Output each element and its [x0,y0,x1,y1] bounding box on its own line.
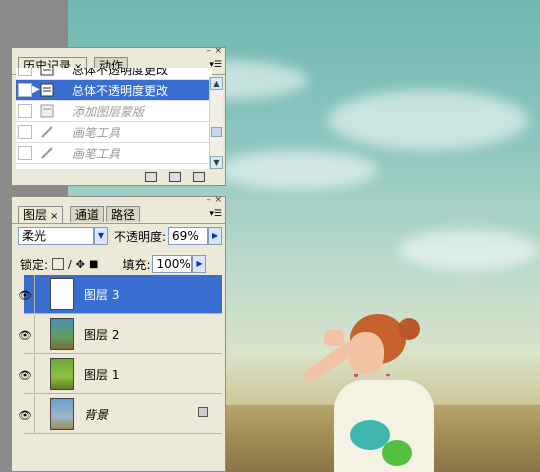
history-item-label: 添加图层蒙版 [72,105,145,119]
opacity-slider-arrow-icon[interactable]: ▶ [208,227,223,245]
tab-layers-label: 图层 [23,208,48,222]
visibility-toggle[interactable]: 👁 [12,315,35,353]
history-item-selected[interactable]: ▶ 总体不透明度更改 [16,80,212,101]
history-titlebar[interactable]: – × [12,47,225,57]
snapshot-icon[interactable] [169,172,181,182]
visibility-toggle[interactable]: 👁 [12,275,35,313]
trash-icon[interactable] [193,172,205,182]
layer-name: 图层 1 [84,368,120,382]
history-item-label: 画笔工具 [72,126,121,140]
eye-icon: 👁 [18,329,32,342]
eye-icon: 👁 [18,409,32,422]
lock-position-icon[interactable]: ✥ [76,258,85,271]
fill-slider-arrow-icon[interactable]: ▶ [192,255,207,273]
lock-transparency-icon[interactable] [52,258,65,270]
lock-row: 锁定: ∕ ✥ ■ 填充: 100% ▶ [20,255,207,273]
new-document-icon[interactable] [145,172,157,182]
close-icon[interactable]: × [214,47,222,56]
tab-close-icon[interactable]: × [50,211,58,222]
tab-channels[interactable]: 通道 [70,206,105,222]
tab-channels-label: 通道 [75,208,100,222]
history-state-icon [40,68,54,76]
history-toolbar [145,172,205,182]
chevron-down-icon[interactable]: ▼ [94,227,108,245]
history-state-icon [40,83,54,97]
opacity-input[interactable]: 69% [168,227,209,245]
snapshot-source-checkbox[interactable] [18,68,32,76]
eye-icon: 👁 [18,369,32,382]
minimize-icon[interactable]: – [207,47,212,56]
layer-row-layer2[interactable]: 👁 图层 2 [18,315,222,354]
history-item[interactable]: 添加图层蒙版 [16,101,212,122]
history-item[interactable]: 总体不透明度更改 [16,68,212,80]
layer-thumbnail [50,318,74,350]
visibility-toggle[interactable]: 👁 [12,395,35,433]
layer-row-layer1[interactable]: 👁 图层 1 [18,355,222,394]
tab-paths[interactable]: 路径 [106,206,141,222]
minimize-icon[interactable]: – [207,196,212,205]
history-item-label: 画笔工具 [72,147,121,161]
history-item[interactable]: 画笔工具 [16,122,212,143]
layer-thumbnail [50,278,74,310]
visibility-toggle[interactable]: 👁 [12,355,35,393]
layers-tabs: 图层 × 通道 路径 ▾☰ [12,206,225,224]
fill-input[interactable]: 100% [152,255,193,273]
layers-panel: – × 图层 × 通道 路径 ▾☰ 柔光 ▼ 不透明度: 69% ▶ 锁定: ∕ … [11,196,226,472]
layer-row-layer3[interactable]: 👁 图层 3 [18,275,222,314]
layer-mask-icon [40,104,54,118]
history-item-label: 总体不透明度更改 [72,68,169,77]
snapshot-source-checkbox[interactable] [18,104,32,118]
snapshot-source-checkbox[interactable] [18,83,32,97]
scroll-thumb[interactable] [211,127,222,137]
layer-thumbnail [50,358,74,390]
layers-titlebar[interactable]: – × [12,196,225,206]
tab-paths-label: 路径 [111,208,136,222]
tab-layers[interactable]: 图层 × [18,206,64,223]
opacity-label: 不透明度: [114,229,167,244]
brush-tool-icon [41,147,53,159]
history-panel: – × 历史记录× 动作 ▾☰ 总体不透明度更改 ▶ 总体不透明度更改 添加图层… [11,47,226,186]
woman-figure [290,310,450,472]
lock-all-icon[interactable]: ■ [89,259,98,270]
blend-mode-select[interactable]: 柔光 [18,227,94,245]
snapshot-source-checkbox[interactable] [18,146,32,160]
lock-pixels-icon[interactable]: ∕ [68,258,72,271]
scroll-up-icon[interactable]: ▲ [210,77,223,90]
history-list: 总体不透明度更改 ▶ 总体不透明度更改 添加图层蒙版 画笔工具 画笔工具 [16,68,212,169]
history-scrollbar[interactable]: ▲ ▼ [209,77,223,169]
lock-icon [198,407,208,417]
brush-tool-icon [41,126,53,138]
close-icon[interactable]: × [214,196,222,205]
layer-row-background[interactable]: 👁 背景 [18,395,222,434]
scroll-down-icon[interactable]: ▼ [210,156,223,169]
lock-label: 锁定: [20,257,49,272]
panel-menu-icon[interactable]: ▾☰ [209,209,222,219]
snapshot-source-checkbox[interactable] [18,125,32,139]
history-item-label: 总体不透明度更改 [72,84,169,98]
blend-row: 柔光 ▼ 不透明度: 69% ▶ [18,227,223,245]
history-state-marker-icon: ▶ [32,84,40,95]
eye-icon: 👁 [18,289,32,302]
layers-list: 👁 图层 3 👁 图层 2 👁 图层 1 👁 背景 [12,275,225,435]
layer-name: 图层 2 [84,328,120,342]
layer-name: 背景 [84,408,109,422]
fill-label: 填充: [122,257,151,272]
layer-name: 图层 3 [84,288,120,302]
history-item[interactable]: 画笔工具 [16,143,212,164]
layer-thumbnail [50,398,74,430]
